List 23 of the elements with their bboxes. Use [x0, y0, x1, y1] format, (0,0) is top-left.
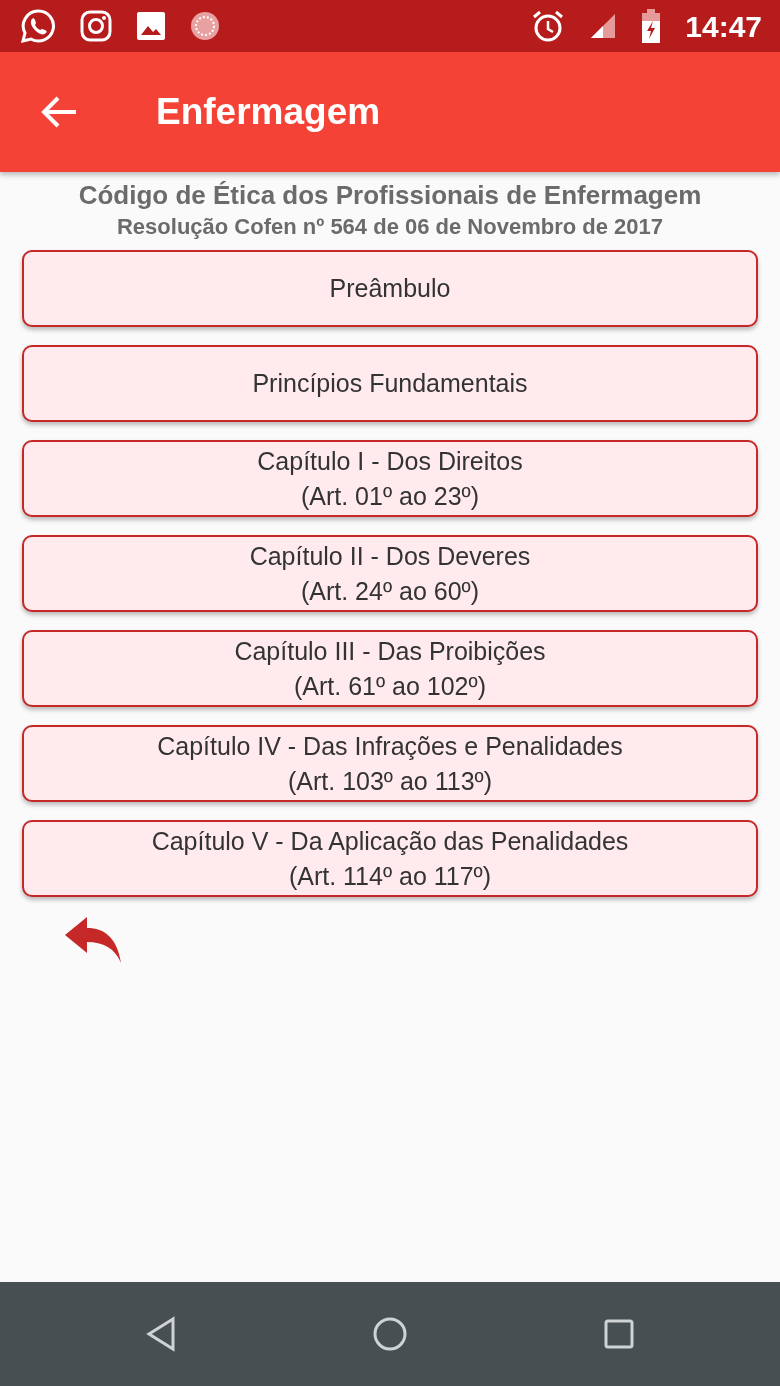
app-title: Enfermagem [156, 90, 381, 135]
section-button[interactable]: Capítulo III - Das Proibições (Art. 61º ao 102º) [22, 630, 758, 707]
alarm-clock-icon [531, 9, 566, 43]
return-arrow-icon[interactable] [63, 915, 123, 965]
page-subtitle: Resolução Cofen nº 564 de 06 de Novembro de 2017 [116, 213, 664, 241]
loading-icon [190, 11, 220, 41]
section-button[interactable]: Capítulo V - Da Aplicação das Penalidades (Art. 114º ao 117º) [22, 820, 758, 897]
camera-icon [80, 10, 112, 42]
section-button[interactable]: Preâmbulo [22, 250, 758, 327]
section-button[interactable]: Princípios Fundamentais [22, 345, 758, 422]
back-nav-icon[interactable] [145, 1316, 178, 1352]
battery-icon [641, 9, 662, 43]
image-icon [136, 11, 166, 41]
section-button[interactable]: Capítulo II - Dos Deveres (Art. 24º ao 60º) [22, 535, 758, 612]
home-nav-icon[interactable] [372, 1316, 408, 1352]
signal-icon [589, 12, 618, 40]
recents-nav-icon[interactable] [602, 1318, 635, 1350]
page-title: Código de Ética dos Profissionais de Enfermagem [77, 179, 703, 212]
chat-icon [20, 8, 56, 44]
back-arrow-icon[interactable] [40, 95, 78, 129]
section-button[interactable]: Capítulo IV - Das Infrações e Penalidades (Art. 103º ao 113º) [22, 725, 758, 802]
clock-time: 14:47 [685, 8, 762, 45]
section-button[interactable]: Capítulo I - Dos Direitos (Art. 01º ao 23º) [22, 440, 758, 517]
